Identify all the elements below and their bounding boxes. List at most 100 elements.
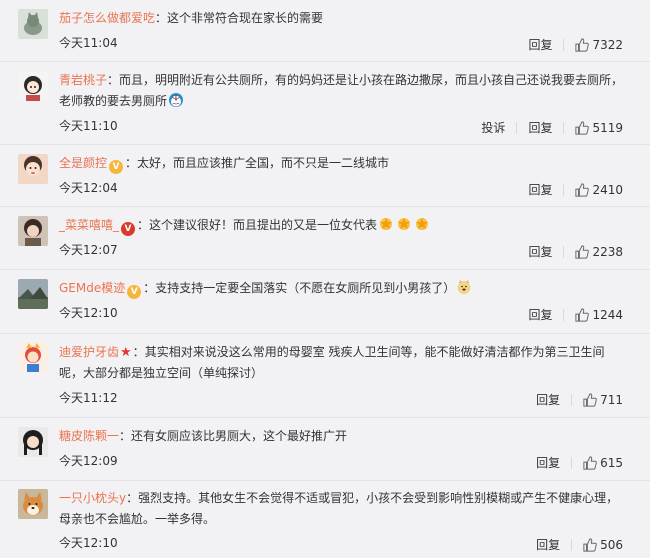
comment-item: 糖皮陈颗一：还有女厕应该比男厕大，这个最好推广开 今天12:09 回复 615 [0, 418, 650, 481]
like-button[interactable]: 506 [583, 538, 623, 552]
comment-username[interactable]: _菜菜嘻嘻_ [59, 218, 119, 232]
avatar[interactable] [18, 71, 48, 101]
comment-actions: 回复 1244 [528, 306, 623, 323]
comment-text: _菜菜嘻嘻_ V ：这个建议很好！而且提出的又是一位女代表 [59, 215, 630, 236]
cat-avatar-icon [18, 9, 48, 39]
thumbs-up-icon [575, 120, 590, 135]
divider [563, 183, 565, 196]
divider [571, 456, 573, 469]
comment-text: 糖皮陈颗一：还有女厕应该比男厕大，这个最好推广开 [59, 426, 630, 447]
reply-button[interactable]: 回复 [536, 391, 560, 408]
reply-button[interactable]: 回复 [528, 181, 552, 198]
verified-badge-icon: V [121, 222, 136, 236]
like-count: 2238 [592, 244, 623, 259]
comment-text: GEMde模迹 V ：支持支持一定要全国落实（不愿在女厕所见到小男孩了） [59, 278, 630, 299]
comment-body-line2: 母亲也不会尴尬。一举多得。 [59, 512, 216, 526]
comment-body: 这个建议很好！而且提出的又是一位女代表 [149, 218, 378, 232]
comment-text: 迪爱护牙齿★：其实相对来说没这么常用的母婴室 残疾人卫生间等，能不能做好清洁都作… [59, 342, 630, 384]
colon: ： [107, 73, 120, 87]
comment-actions: 回复 506 [536, 536, 623, 553]
thumbs-up-emoji-icon [414, 216, 430, 232]
thumbs-up-icon [575, 244, 590, 259]
like-count: 2410 [592, 182, 623, 197]
comment-time: 今天11:10 [59, 119, 118, 133]
reply-button[interactable]: 回复 [528, 243, 552, 260]
avatar[interactable] [18, 9, 48, 39]
comment-username[interactable]: 一只小枕头y [59, 491, 126, 505]
like-button[interactable]: 2238 [575, 245, 623, 259]
comment-time: 今天12:10 [59, 306, 118, 320]
comment-username[interactable]: 糖皮陈颗一 [59, 429, 119, 443]
comment-actions: 投诉 回复 5119 [481, 119, 623, 136]
avatar[interactable] [18, 342, 48, 372]
comment-username[interactable]: 青岩桃子 [59, 73, 107, 87]
shiba-dog-avatar-icon [18, 489, 48, 519]
divider [571, 538, 573, 551]
avatar[interactable] [18, 216, 48, 246]
reply-button[interactable]: 回复 [528, 306, 552, 323]
thumbs-up-icon [575, 37, 590, 52]
avatar[interactable] [18, 427, 48, 457]
comment-time: 今天12:09 [59, 454, 118, 468]
divider [563, 308, 565, 321]
dark-hair-avatar-icon [18, 427, 48, 457]
woman-avatar-icon [18, 216, 48, 246]
like-button[interactable]: 615 [583, 456, 623, 470]
comment-username[interactable]: 茄子怎么做都爱吃 [59, 11, 155, 25]
thumbs-up-icon [583, 537, 597, 552]
colon: ： [137, 218, 150, 232]
comment-actions: 回复 615 [536, 454, 623, 471]
divider [571, 393, 573, 406]
verified-badge-icon: V [109, 160, 124, 174]
comment-item: GEMde模迹 V ：支持支持一定要全国落实（不愿在女厕所见到小男孩了） 今天12:… [0, 270, 650, 334]
avatar[interactable] [18, 279, 48, 309]
thumbs-up-icon [583, 392, 597, 407]
like-count: 1244 [592, 307, 623, 322]
doraemon-emoji-icon [168, 92, 184, 108]
comment-time: 今天12:07 [59, 243, 118, 257]
comment-item: _菜菜嘻嘻_ V ：这个建议很好！而且提出的又是一位女代表 今天12:07 回复 2… [0, 207, 650, 270]
reply-button[interactable]: 回复 [536, 454, 560, 471]
colon: ： [132, 345, 145, 359]
thumbs-up-emoji-icon [378, 216, 394, 232]
comment-username[interactable]: 全是颜控 [59, 156, 107, 170]
cartoon-avatar-icon [18, 342, 48, 372]
comment-body: 这个非常符合现在家长的需要 [167, 11, 324, 25]
comment-item: 迪爱护牙齿★：其实相对来说没这么常用的母婴室 残疾人卫生间等，能不能做好清洁都作… [0, 334, 650, 418]
like-button[interactable]: 2410 [575, 183, 623, 197]
comment-actions: 回复 7322 [528, 36, 623, 53]
avatar[interactable] [18, 489, 48, 519]
like-count: 711 [600, 392, 623, 407]
avatar[interactable] [18, 154, 48, 184]
comment-text: 全是颜控 V ：太好，而且应该推广全国，而不只是一二线城市 [59, 153, 630, 174]
reply-button[interactable]: 回复 [536, 536, 560, 553]
like-count: 506 [600, 537, 623, 552]
colon: ： [155, 11, 168, 25]
like-button[interactable]: 5119 [575, 121, 623, 135]
comment-item: 一只小枕头y：强烈支持。其他女生不会觉得不适或冒犯，小孩不会受到影响性别模糊或产… [0, 481, 650, 558]
like-count: 5119 [592, 120, 623, 135]
like-count: 615 [600, 455, 623, 470]
comment-body: 还有女厕应该比男厕大，这个最好推广开 [131, 429, 348, 443]
comment-username[interactable]: GEMde模迹 [59, 281, 125, 295]
landscape-avatar-icon [18, 279, 48, 309]
comment-body-line1: 而且，明明附近有公共厕所，有的妈妈还是让小孩在路边撒尿，而且小孩自己还说我要去厕… [119, 73, 624, 87]
comment-actions: 回复 711 [536, 391, 623, 408]
like-button[interactable]: 711 [583, 393, 623, 407]
like-count: 7322 [592, 37, 623, 52]
colon: ： [125, 156, 138, 170]
comment-actions: 回复 2410 [528, 181, 623, 198]
reply-button[interactable]: 回复 [528, 119, 552, 136]
comment-text: 一只小枕头y：强烈支持。其他女生不会觉得不适或冒犯，小孩不会受到影响性别模糊或产… [59, 488, 630, 530]
comment-body-line1: 强烈支持。其他女生不会觉得不适或冒犯，小孩不会受到影响性别模糊或产生不健康心理， [138, 491, 619, 505]
comment-time: 今天12:04 [59, 181, 118, 195]
comment-body: 支持支持一定要全国落实（不愿在女厕所见到小男孩了） [155, 281, 456, 295]
reply-button[interactable]: 回复 [528, 36, 552, 53]
comment-username[interactable]: 迪爱护牙齿 [59, 345, 119, 359]
report-button[interactable]: 投诉 [481, 119, 505, 136]
like-button[interactable]: 7322 [575, 38, 623, 52]
divider [516, 121, 518, 134]
comment-body-line2: 老师教的要去男厕所 [59, 94, 168, 108]
like-button[interactable]: 1244 [575, 308, 623, 322]
colon: ： [126, 491, 139, 505]
